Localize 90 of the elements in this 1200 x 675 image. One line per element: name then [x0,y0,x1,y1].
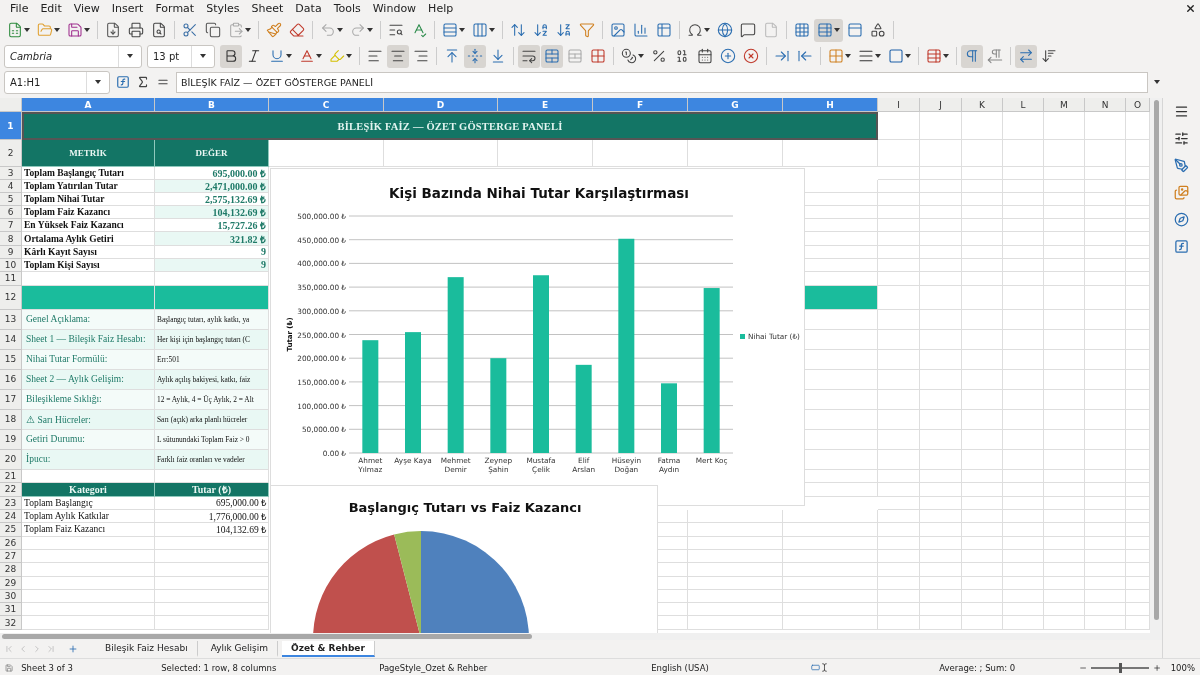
menu-item[interactable]: Data [289,2,328,15]
column-header[interactable]: F [593,98,688,112]
row-header[interactable]: 25 [0,523,22,537]
table-cell: Bileşikleme Sıklığı: [22,389,155,410]
column-header[interactable]: H [783,98,878,112]
name-box[interactable]: A1:H1 [4,70,110,94]
column-header[interactable]: N [1085,98,1126,112]
formula-input[interactable]: BİLEŞİK FAİZ — ÖZET GÖSTERGE PANELİ [176,71,1148,93]
table-cell: Toplam Yatırılan Tutar [22,180,155,194]
menu-item[interactable]: Format [149,2,201,15]
row-header[interactable]: 5 [0,193,22,207]
column-header[interactable]: K [962,98,1003,112]
menu-item[interactable]: Edit [34,2,68,15]
column-header[interactable]: A [22,98,155,112]
font-name-field[interactable]: Cambria [4,44,142,68]
column-header[interactable]: G [688,98,783,112]
row-header[interactable]: 12 [0,285,22,310]
menu-item[interactable]: Sheet [245,2,290,15]
table-cell: ⚠ Sarı Hücreler: [22,409,155,430]
selection-status: Selected: 1 row, 8 columns [161,662,278,673]
table-cell: Toplam Başlangıç Tutarı [22,167,155,181]
column-header[interactable]: B [155,98,269,112]
sheet-tab[interactable]: Bileşik Faiz Hesabı [96,641,198,657]
table-cell: Getiri Durumu: [22,429,155,450]
table-cell: 321.82 ₺ [155,232,269,246]
column-header[interactable]: L [1003,98,1044,112]
column-header[interactable]: D [384,98,498,112]
sheet-tab[interactable]: Özet & Rehber [282,641,375,657]
row-header[interactable]: 18 [0,409,22,430]
table-cell: En Yüksek Faiz Kazancı [22,219,155,233]
column-header[interactable]: E [498,98,593,112]
chart-title: Kişi Bazında Nihai Tutar Karşılaştırması [389,185,689,201]
column-header[interactable]: C [269,98,384,112]
row-header[interactable]: 13 [0,309,22,330]
table-cell: Ortalama Aylık Getiri [22,232,155,246]
header-cell: METRİK [22,140,155,167]
table-cell: 1,776,000.00 ₺ [155,510,269,524]
row-header[interactable]: 14 [0,329,22,350]
table-cell: 15,727.26 ₺ [155,219,269,233]
table-cell: Genel Açıklama: [22,309,155,330]
row-header[interactable]: 20 [0,449,22,470]
sheet-indicator: Sheet 3 of 3 [21,662,74,673]
table-cell: 104,132.69 ₺ [155,523,269,537]
table-cell: Sheet 2 — Aylık Gelişim: [22,369,155,390]
menu-item[interactable]: Help [422,2,460,15]
row-header[interactable]: 6 [0,206,22,220]
row-header[interactable]: 16 [0,369,22,390]
language-status: English (USA) [651,662,710,673]
chart-title: Başlangıç Tutarı vs Faiz Kazancı [348,500,582,515]
row-header[interactable]: 15 [0,349,22,370]
row-header[interactable]: 8 [0,232,22,246]
row-header[interactable]: 4 [0,180,22,194]
column-header[interactable]: O [1126,98,1150,112]
menu-item[interactable]: View [67,2,106,15]
table-cell: Toplam Faiz Kazancı [22,523,155,537]
row-header[interactable]: 3 [0,167,22,181]
table-cell: İpucu: [22,449,155,470]
table-cell: 104,132.69 ₺ [155,206,269,220]
table-cell: 2,471,000.00 ₺ [155,180,269,194]
row-header[interactable]: 19 [0,429,22,450]
row-header[interactable]: 17 [0,389,22,410]
row-header[interactable]: 1 [0,112,22,140]
page-style: PageStyle_Ozet & Rehber [379,662,489,673]
header-cell: DEĞER [155,140,269,167]
table-cell: 695,000.00 ₺ [155,167,269,181]
menu-item[interactable]: Styles [200,2,246,15]
table-cell: Toplam Faiz Kazancı [22,206,155,220]
row-header[interactable]: 7 [0,219,22,233]
menu-item[interactable]: Tools [327,2,367,15]
column-header[interactable]: M [1044,98,1085,112]
sum-status: Average: ; Sum: 0 [939,662,1017,673]
row-header[interactable]: 32 [0,616,22,630]
font-size-field[interactable]: 13 pt [147,44,215,68]
zoom-level: 100% [1170,662,1195,673]
table-cell: Toplam Aylık Katkılar [22,510,155,524]
row-header[interactable]: 31 [0,603,22,617]
column-header[interactable]: J [920,98,962,112]
column-header[interactable]: I [878,98,920,112]
row-header[interactable]: 24 [0,510,22,524]
table-cell: Toplam Nihai Tutar [22,193,155,207]
table-cell: 2,575,132.69 ₺ [155,193,269,207]
menu-item[interactable]: File [4,2,35,15]
row-header[interactable]: 28 [0,563,22,577]
menu-item[interactable]: Insert [105,2,150,15]
menu-item[interactable]: Window [366,2,423,15]
title-cell: BİLEŞİK FAİZ — ÖZET GÖSTERGE PANELİ [22,112,878,140]
table-cell: Sheet 1 — Bileşik Faiz Hesabı: [22,329,155,350]
sheet-tab[interactable]: Aylık Gelişim [201,641,279,657]
table-cell: Nihai Tutar Formülü: [22,349,155,370]
row-header[interactable]: 2 [0,140,22,167]
